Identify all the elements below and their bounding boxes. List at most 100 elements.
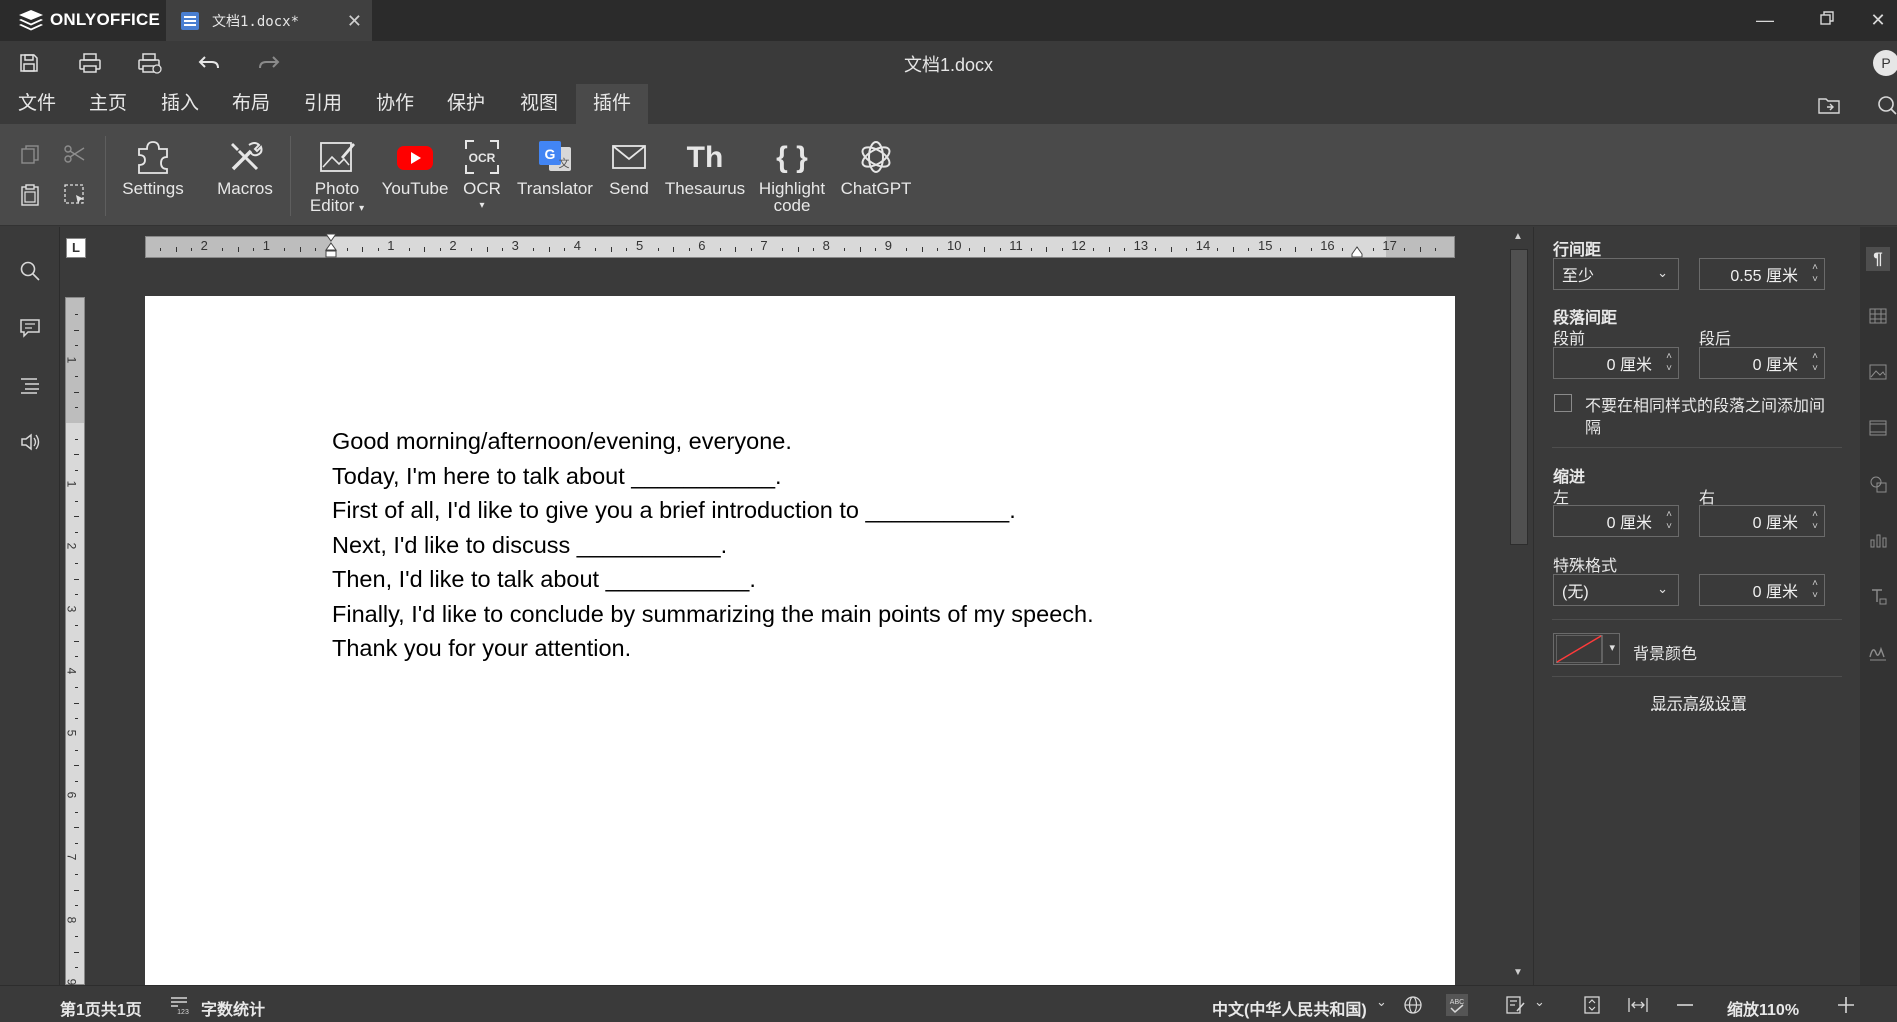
- photo-editor-button[interactable]: Photo Editor ▾: [304, 136, 370, 217]
- search-icon[interactable]: [17, 258, 43, 284]
- spinner-icon[interactable]: ˄ ˅: [1812, 262, 1818, 286]
- scroll-down-icon[interactable]: ▼: [1513, 967, 1523, 978]
- navigation-icon[interactable]: [17, 372, 43, 398]
- no-space-same-style-checkbox[interactable]: [1554, 394, 1572, 412]
- tab-layout[interactable]: 布局: [215, 84, 287, 124]
- quick-print-icon[interactable]: [137, 50, 163, 76]
- body-paragraph[interactable]: Then, I'd like to talk about ___________…: [332, 562, 1094, 597]
- page-indicator[interactable]: 第1页共1页: [60, 996, 142, 1020]
- tab-protection[interactable]: 保护: [430, 84, 502, 124]
- document-tab[interactable]: 文档1.docx* ✕: [166, 0, 372, 41]
- table-settings-icon[interactable]: [1866, 304, 1890, 328]
- settings-plugin-button[interactable]: Settings: [121, 136, 185, 197]
- document-body[interactable]: Good morning/afternoon/evening, everyone…: [332, 424, 1094, 666]
- fit-width-icon[interactable]: [1627, 994, 1649, 1016]
- tab-plugins[interactable]: 插件: [576, 84, 649, 124]
- undo-icon[interactable]: [196, 50, 222, 76]
- tab-insert[interactable]: 插入: [144, 84, 216, 124]
- tab-file[interactable]: 文件: [1, 84, 73, 124]
- fit-page-icon[interactable]: [1581, 994, 1603, 1016]
- user-avatar[interactable]: P: [1873, 50, 1897, 76]
- close-tab-icon[interactable]: ✕: [347, 11, 362, 32]
- language-selector[interactable]: 中文(中华人民共和国): [1212, 996, 1367, 1020]
- globe-icon[interactable]: [1402, 994, 1424, 1016]
- body-paragraph[interactable]: Today, I'm here to talk about __________…: [332, 459, 1094, 494]
- body-paragraph[interactable]: Thank you for your attention.: [332, 631, 1094, 666]
- body-paragraph[interactable]: Next, I'd like to discuss ___________.: [332, 528, 1094, 563]
- close-window-icon[interactable]: ✕: [1866, 8, 1890, 32]
- spacing-after-input[interactable]: 0 厘米 ˄ ˅: [1699, 347, 1825, 379]
- track-changes-icon[interactable]: [1505, 994, 1527, 1016]
- vertical-scrollbar[interactable]: ▲ ▼: [1506, 227, 1532, 985]
- paste-icon[interactable]: [17, 182, 43, 208]
- body-paragraph[interactable]: First of all, I'd like to give you a bri…: [332, 493, 1094, 528]
- restore-icon[interactable]: [1815, 8, 1839, 32]
- save-icon[interactable]: [16, 50, 42, 76]
- line-spacing-value-input[interactable]: 0.55 厘米 ˄ ˅: [1699, 258, 1825, 290]
- indent-marker-icon[interactable]: [325, 233, 337, 259]
- special-format-value-input[interactable]: 0 厘米 ˄ ˅: [1699, 574, 1825, 606]
- chart-settings-icon[interactable]: [1866, 528, 1890, 552]
- thesaurus-plugin-button[interactable]: Th Thesaurus: [662, 136, 748, 197]
- search-icon[interactable]: [1874, 92, 1897, 118]
- chevron-down-icon[interactable]: ⌄: [1376, 994, 1387, 1010]
- ocr-plugin-button[interactable]: OCR OCR ▾: [459, 136, 505, 214]
- print-icon[interactable]: [77, 50, 103, 76]
- document-page[interactable]: Good morning/afternoon/evening, everyone…: [145, 296, 1455, 985]
- scroll-up-icon[interactable]: ▲: [1513, 231, 1523, 242]
- cut-icon[interactable]: [62, 141, 88, 167]
- tab-references[interactable]: 引用: [287, 84, 359, 124]
- minimize-icon[interactable]: —: [1753, 8, 1777, 32]
- paragraph-settings-icon[interactable]: ¶: [1866, 247, 1890, 271]
- text-art-icon[interactable]: [1866, 584, 1890, 608]
- speaker-icon[interactable]: [17, 429, 43, 455]
- show-advanced-settings-link[interactable]: 显示高级设置: [1651, 690, 1747, 714]
- chatgpt-plugin-button[interactable]: ChatGPT: [836, 136, 916, 197]
- vertical-ruler[interactable]: 1123456789: [64, 297, 85, 985]
- highlight-code-plugin-button[interactable]: { } Highlight code: [756, 136, 828, 214]
- signature-icon[interactable]: [1866, 640, 1890, 664]
- chevron-down-icon: ⌄: [1657, 265, 1668, 280]
- select-all-icon[interactable]: [62, 182, 88, 208]
- body-paragraph[interactable]: Good morning/afternoon/evening, everyone…: [332, 424, 1094, 459]
- spell-check-icon[interactable]: ABC: [1446, 994, 1468, 1016]
- scrollbar-thumb[interactable]: [1510, 249, 1528, 545]
- spinner-icon[interactable]: ˄ ˅: [1666, 351, 1672, 375]
- copy-icon[interactable]: [17, 141, 43, 167]
- ruler-tick-label: 8: [64, 916, 79, 923]
- translator-plugin-button[interactable]: G文 Translator: [515, 136, 595, 197]
- spinner-icon[interactable]: ˄ ˅: [1812, 578, 1818, 602]
- redo-icon[interactable]: [256, 50, 282, 76]
- spacing-before-input[interactable]: 0 厘米 ˄ ˅: [1553, 347, 1679, 379]
- body-paragraph[interactable]: Finally, I'd like to conclude by summari…: [332, 597, 1094, 632]
- right-indent-marker-icon[interactable]: [1351, 245, 1363, 258]
- comments-icon[interactable]: [17, 315, 43, 341]
- macros-button[interactable]: Macros: [213, 136, 277, 197]
- tab-home[interactable]: 主页: [72, 84, 144, 124]
- image-settings-icon[interactable]: [1866, 360, 1890, 384]
- tab-view[interactable]: 视图: [503, 84, 575, 124]
- background-color-picker[interactable]: ▾: [1553, 633, 1620, 665]
- indent-left-input[interactable]: 0 厘米 ˄ ˅: [1553, 505, 1679, 537]
- word-count-icon[interactable]: 123: [168, 994, 190, 1016]
- open-file-location-icon[interactable]: [1816, 92, 1842, 118]
- word-count-label[interactable]: 字数统计: [201, 996, 265, 1020]
- special-format-select[interactable]: (无) ⌄: [1553, 574, 1679, 606]
- line-spacing-mode-select[interactable]: 至少 ⌄: [1553, 258, 1679, 290]
- tab-collaboration[interactable]: 协作: [359, 84, 431, 124]
- chevron-down-icon[interactable]: ⌄: [1534, 994, 1545, 1010]
- tab-stop-selector[interactable]: L: [66, 238, 86, 258]
- spinner-icon[interactable]: ˄ ˅: [1812, 509, 1818, 533]
- indent-right-input[interactable]: 0 厘米 ˄ ˅: [1699, 505, 1825, 537]
- zoom-in-icon[interactable]: [1835, 994, 1857, 1016]
- zoom-out-icon[interactable]: [1674, 994, 1696, 1016]
- shape-settings-icon[interactable]: [1866, 472, 1890, 496]
- zoom-level[interactable]: 缩放110%: [1727, 996, 1799, 1020]
- spinner-icon[interactable]: ˄ ˅: [1666, 509, 1672, 533]
- spinner-icon[interactable]: ˄ ˅: [1812, 351, 1818, 375]
- ruler-tick: [1403, 248, 1405, 251]
- horizontal-ruler[interactable]: 2 1 1 2 3 4 5 6 7 8 9 10 11 12 13 14 15 16 17: [145, 233, 1455, 259]
- send-plugin-button[interactable]: Send: [604, 136, 654, 197]
- header-footer-icon[interactable]: [1866, 416, 1890, 440]
- youtube-plugin-button[interactable]: YouTube: [380, 136, 450, 197]
